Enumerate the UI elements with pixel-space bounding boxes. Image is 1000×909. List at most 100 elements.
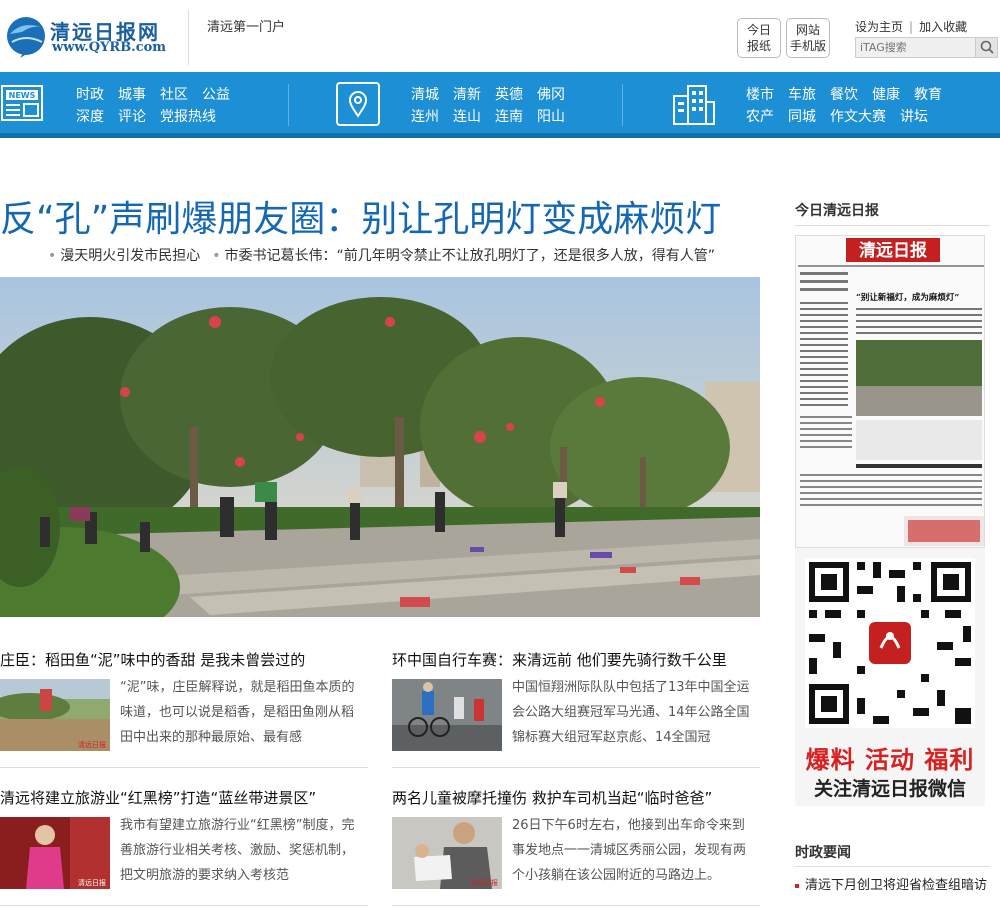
nav-group-news: NEWS 时政 城事 社区 公益 深度 评论 党报热线 bbox=[0, 72, 290, 138]
todays-paper-label-1: 今日 bbox=[746, 23, 771, 37]
politics-news-title[interactable]: 时政要闻 bbox=[795, 842, 851, 862]
cyclists-image bbox=[392, 679, 502, 751]
sub-link-2[interactable]: 市委书记葛长伟：“前几年明令禁止不让放孔明灯了，还是很多人放，得有人管” bbox=[225, 248, 716, 264]
story-thumbnail[interactable] bbox=[392, 679, 502, 751]
story-thumbnail[interactable]: 清远日报 bbox=[0, 817, 110, 889]
location-pin-icon bbox=[336, 82, 380, 126]
lead-headline[interactable]: 反“孔”声刷爆朋友圈：别让孔明灯变成麻烦灯 bbox=[0, 190, 721, 242]
link-separator: | bbox=[909, 20, 914, 34]
story-summary: 中国恒翔洲际队队中包括了13年中国全运会公路大组赛冠军马光通、14年公路全国锦标… bbox=[512, 680, 750, 745]
nav-link[interactable]: 连南 bbox=[495, 109, 523, 125]
todays-paper-button[interactable]: 今日 报纸 bbox=[737, 18, 781, 58]
nav-link[interactable]: 党报热线 bbox=[160, 109, 216, 125]
search-icon bbox=[980, 40, 994, 54]
newspaper-front-page[interactable]: 清远日报 “别让新福灯，成为麻烦灯” bbox=[795, 235, 985, 548]
nav-link[interactable]: 健康 bbox=[872, 87, 900, 103]
nav-link[interactable]: 深度 bbox=[76, 109, 104, 125]
qr-code-image bbox=[795, 548, 985, 738]
nav-link[interactable]: 教育 bbox=[914, 87, 942, 103]
nav-group-districts: 清城 清新 英德 佛冈 连州 连山 连南 阳山 bbox=[335, 72, 625, 138]
nav-link[interactable]: 楼市 bbox=[746, 87, 774, 103]
search-input[interactable] bbox=[856, 38, 976, 57]
story-title[interactable]: 两名儿童被摩托撞伤 救护车司机当起“临时爸爸” bbox=[392, 787, 712, 808]
woman-portrait-image: 清远日报 bbox=[0, 817, 110, 889]
nav-link[interactable]: 清新 bbox=[453, 87, 481, 103]
search-box bbox=[855, 37, 998, 58]
driver-with-children-image: 清远日报 bbox=[392, 817, 502, 889]
nav-link[interactable]: 讲坛 bbox=[900, 109, 928, 125]
mobile-site-button[interactable]: 网站 手机版 bbox=[786, 18, 830, 58]
nav-link[interactable]: 连山 bbox=[453, 109, 481, 125]
nav-link[interactable]: 作文大赛 bbox=[830, 109, 886, 125]
nav-row-2: 连州 连山 连南 阳山 bbox=[411, 106, 579, 126]
bullet-icon bbox=[795, 883, 799, 888]
rice-field-image: 清远日报 bbox=[0, 679, 110, 751]
lead-photo[interactable] bbox=[0, 277, 760, 617]
story-summary: “泥”味，庄臣解释说，就是稻田鱼本质的味道，也可以说是稻香，是稻田鱼刚从稻田中出… bbox=[120, 680, 355, 745]
site-header: 清远日报网 www.QYRB.com 清远第一门户 今日 报纸 网站 手机版 设… bbox=[0, 0, 1000, 72]
wechat-qr-banner[interactable]: 爆料 活动 福利 关注清远日报微信 bbox=[795, 548, 985, 806]
nav-link[interactable]: 连州 bbox=[411, 109, 439, 125]
header-divider bbox=[188, 10, 189, 65]
story-divider bbox=[392, 767, 760, 768]
story-thumbnail[interactable]: 清远日报 bbox=[0, 679, 110, 751]
list-item[interactable]: 清远下月创卫将迎省检查组暗访 bbox=[795, 875, 995, 897]
qr-promo-line-1: 爆料 活动 福利 bbox=[805, 746, 975, 774]
lead-subheadlines: • 漫天明火引发市民担心 • 市委书记葛长伟：“前几年明令禁止不让放孔明灯了，还是很多… bbox=[0, 245, 715, 265]
story-divider bbox=[0, 767, 368, 768]
nav-link[interactable]: 清城 bbox=[411, 87, 439, 103]
site-slogan: 清远第一门户 bbox=[207, 20, 286, 35]
nav-divider bbox=[288, 84, 289, 126]
top-links: 设为主页 | 加入收藏 bbox=[855, 18, 967, 35]
qr-promo-line-2: 关注清远日报微信 bbox=[813, 778, 966, 800]
set-homepage-link[interactable]: 设为主页 bbox=[855, 20, 903, 34]
nav-link[interactable]: 城事 bbox=[118, 87, 146, 103]
story-divider bbox=[392, 905, 760, 906]
logo-globe-icon bbox=[7, 17, 45, 58]
site-logo[interactable]: 清远日报网 www.QYRB.com bbox=[4, 10, 169, 62]
sidebar-divider bbox=[795, 225, 990, 226]
nav-link[interactable]: 车旅 bbox=[788, 87, 816, 103]
nav-link[interactable]: 公益 bbox=[202, 87, 230, 103]
nav-link[interactable]: 阳山 bbox=[537, 109, 565, 125]
paper-masthead: 清远日报 bbox=[859, 240, 927, 261]
todays-paper-label-2: 报纸 bbox=[746, 39, 771, 53]
add-favorite-link[interactable]: 加入收藏 bbox=[919, 20, 967, 34]
nav-link[interactable]: 农产 bbox=[746, 109, 774, 125]
bullet: • bbox=[48, 248, 57, 264]
nav-group-life: 楼市 车旅 餐饮 健康 教育 农产 同城 作文大赛 讲坛 bbox=[670, 72, 1000, 138]
park-scene-image bbox=[0, 277, 760, 617]
nav-link[interactable]: 佛冈 bbox=[537, 87, 565, 103]
buildings-icon bbox=[673, 85, 715, 125]
nav-link[interactable]: 同城 bbox=[788, 109, 816, 125]
logo-url: www.QYRB.com bbox=[52, 40, 167, 55]
nav-row-1: 清城 清新 英德 佛冈 bbox=[411, 84, 579, 104]
mobile-site-label-2: 手机版 bbox=[789, 39, 826, 53]
nav-link[interactable]: 评论 bbox=[118, 109, 146, 125]
story-divider bbox=[0, 905, 368, 906]
nav-divider bbox=[622, 84, 623, 126]
sub-link-1[interactable]: 漫天明火引发市民担心 bbox=[60, 248, 200, 264]
newspaper-icon: NEWS bbox=[1, 85, 43, 121]
todays-paper-title[interactable]: 今日清远日报 bbox=[795, 200, 879, 220]
nav-row-2: 深度 评论 党报热线 bbox=[76, 106, 230, 126]
story-title[interactable]: 环中国自行车赛：来清远前 他们要先骑行数千公里 bbox=[392, 649, 727, 670]
politics-news-list: 清远下月创卫将迎省检查组暗访 bbox=[795, 875, 995, 897]
paper-headline: “别让新福灯，成为麻烦灯” bbox=[856, 292, 959, 303]
nav-link[interactable]: 餐饮 bbox=[830, 87, 858, 103]
newspaper-page-image: 清远日报 “别让新福灯，成为麻烦灯” bbox=[796, 236, 984, 547]
nav-link[interactable]: 社区 bbox=[160, 87, 188, 103]
bullet: • bbox=[212, 248, 221, 264]
svg-text:清远日报: 清远日报 bbox=[470, 878, 498, 887]
search-button[interactable] bbox=[975, 38, 997, 57]
nav-link[interactable]: 英德 bbox=[495, 87, 523, 103]
svg-text:清远日报: 清远日报 bbox=[78, 740, 106, 749]
svg-text:NEWS: NEWS bbox=[9, 91, 36, 100]
story-title[interactable]: 庄臣：稻田鱼“泥”味中的香甜 是我未曾尝过的 bbox=[0, 649, 305, 670]
story-summary: 26日下午6时左右，他接到出车命令来到事发地点一一清城区秀丽公园，发现有两个小孩… bbox=[512, 818, 747, 883]
nav-link[interactable]: 时政 bbox=[76, 87, 104, 103]
story-title[interactable]: 清远将建立旅游业“红黑榜”打造“蓝丝带进景区” bbox=[0, 787, 316, 808]
sidebar-divider bbox=[795, 866, 990, 867]
story-thumbnail[interactable]: 清远日报 bbox=[392, 817, 502, 889]
news-item-title[interactable]: 清远下月创卫将迎省检查组暗访 bbox=[805, 878, 987, 893]
